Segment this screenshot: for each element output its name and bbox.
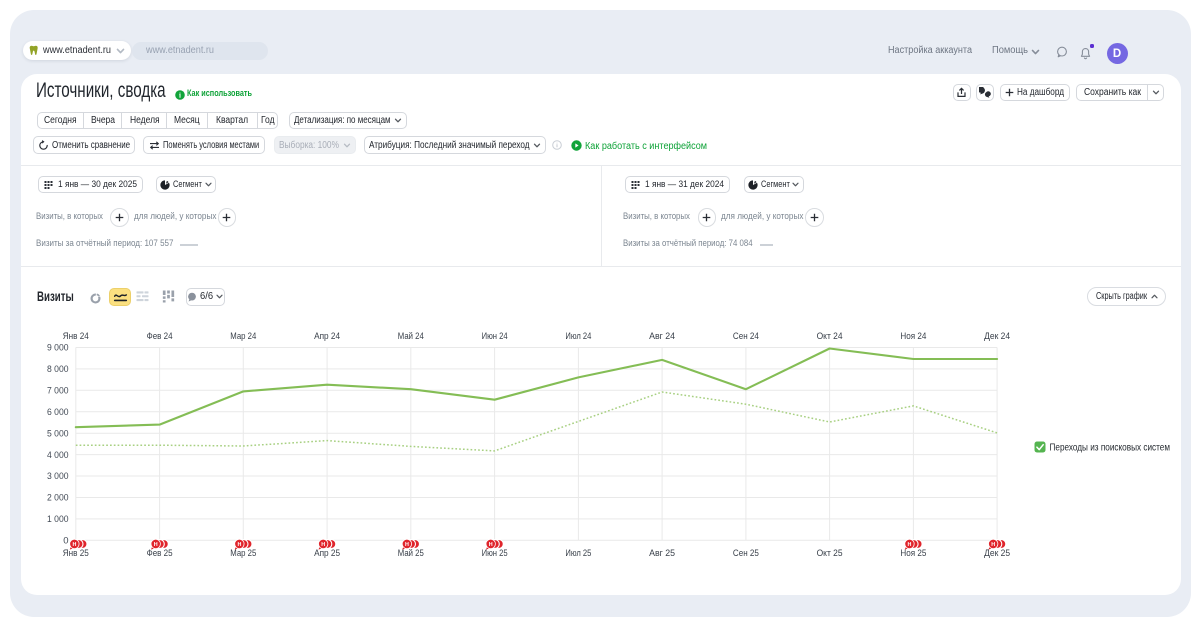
svg-text:Сен 25: Сен 25 — [733, 548, 759, 558]
svg-text:3 000: 3 000 — [47, 471, 69, 482]
svg-text:7 000: 7 000 — [47, 386, 69, 397]
svg-text:Окт 24: Окт 24 — [817, 331, 843, 341]
svg-text:8 000: 8 000 — [47, 364, 69, 375]
svg-text:Июл 24: Июл 24 — [565, 331, 591, 341]
svg-text:6 000: 6 000 — [47, 407, 69, 418]
svg-text:Н: Н — [237, 542, 241, 548]
svg-text:Мар 24: Мар 24 — [230, 331, 256, 341]
svg-text:Май 25: Май 25 — [398, 548, 424, 558]
svg-text:Окт 25: Окт 25 — [817, 548, 843, 558]
svg-text:Н: Н — [321, 542, 325, 548]
svg-text:2 000: 2 000 — [47, 493, 69, 504]
svg-text:Май 24: Май 24 — [398, 331, 424, 341]
svg-text:Мар 25: Мар 25 — [230, 548, 256, 558]
svg-text:Янв 25: Янв 25 — [63, 548, 89, 558]
svg-text:Н: Н — [154, 542, 158, 548]
svg-text:9 000: 9 000 — [47, 343, 69, 354]
svg-text:Янв 24: Янв 24 — [63, 331, 89, 341]
svg-text:Авг 24: Авг 24 — [649, 331, 675, 341]
svg-text:Дек 24: Дек 24 — [984, 331, 1010, 341]
svg-text:Дек 25: Дек 25 — [984, 548, 1010, 558]
svg-text:Фев 25: Фев 25 — [147, 548, 173, 558]
svg-text:1 000: 1 000 — [47, 514, 69, 525]
svg-text:Июл 25: Июл 25 — [565, 548, 591, 558]
svg-text:Апр 24: Апр 24 — [314, 331, 340, 341]
svg-text:Авг 25: Авг 25 — [649, 548, 675, 558]
svg-text:4 000: 4 000 — [47, 450, 69, 461]
svg-text:Ноя 24: Ноя 24 — [900, 331, 926, 341]
svg-text:Н: Н — [72, 542, 76, 548]
svg-text:Сен 24: Сен 24 — [733, 331, 759, 341]
svg-text:Н: Н — [991, 542, 995, 548]
svg-text:Июн 25: Июн 25 — [482, 548, 508, 558]
svg-text:Н: Н — [405, 542, 409, 548]
svg-text:Апр 25: Апр 25 — [314, 548, 340, 558]
svg-text:Переходы из поисковых систем: Переходы из поисковых систем — [1050, 442, 1171, 453]
svg-text:5 000: 5 000 — [47, 428, 69, 439]
svg-text:Ноя 25: Ноя 25 — [900, 548, 926, 558]
svg-text:Н: Н — [908, 542, 912, 548]
svg-text:Фев 24: Фев 24 — [147, 331, 173, 341]
svg-text:0: 0 — [63, 536, 68, 547]
svg-text:Июн 24: Июн 24 — [482, 331, 508, 341]
svg-text:Н: Н — [489, 542, 493, 548]
